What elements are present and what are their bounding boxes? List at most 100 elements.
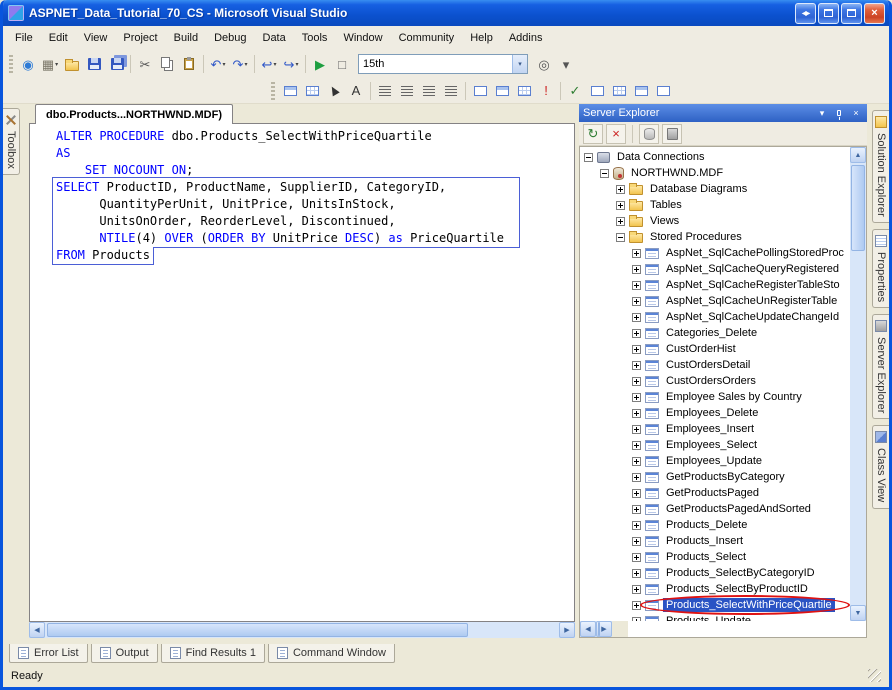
scroll-thumb[interactable]: [598, 622, 600, 636]
tree-row-employee-sales-by-country[interactable]: Employee Sales by Country: [580, 389, 850, 405]
expand-icon[interactable]: [616, 185, 625, 194]
toolbar-combo[interactable]: 15th ▾: [358, 54, 528, 74]
scroll-left-icon[interactable]: ◀: [580, 621, 596, 637]
expand-icon[interactable]: [632, 457, 641, 466]
break-all-icon[interactable]: □: [331, 53, 353, 75]
tab-toolbox[interactable]: Toolbox: [3, 108, 20, 175]
scroll-up-icon[interactable]: ▲: [850, 147, 866, 163]
scroll-left-icon[interactable]: ◀: [29, 622, 45, 638]
combo-dropdown-icon[interactable]: ▾: [512, 55, 527, 73]
expand-icon[interactable]: [632, 249, 641, 258]
window-dock-arrows-button[interactable]: ◀▶: [795, 3, 816, 24]
tree-item-label[interactable]: Employees_Select: [663, 438, 760, 452]
collapse-icon[interactable]: [584, 153, 593, 162]
pointer-icon[interactable]: [323, 80, 345, 102]
expand-icon[interactable]: [632, 361, 641, 370]
expand-icon[interactable]: [632, 441, 641, 450]
tree-row-products-selectbyproductid[interactable]: Products_SelectByProductID: [580, 581, 850, 597]
tab-find-results-1[interactable]: Find Results 1: [161, 644, 265, 663]
tree-row-getproductspagedandsorted[interactable]: GetProductsPagedAndSorted: [580, 501, 850, 517]
expand-icon[interactable]: [632, 345, 641, 354]
add-group-by-icon[interactable]: [608, 80, 630, 102]
tree-row-northwnd-mdf[interactable]: NORTHWND.MDF: [580, 165, 850, 181]
tree-item-label[interactable]: Categories_Delete: [663, 326, 760, 340]
tree-item-label[interactable]: AspNet_SqlCacheUpdateChangeId: [663, 310, 842, 324]
tab-output[interactable]: Output: [91, 644, 158, 663]
tree-row-getproductspaged[interactable]: GetProductsPaged: [580, 485, 850, 501]
stop-refresh-icon[interactable]: ×: [606, 124, 626, 144]
expand-icon[interactable]: [632, 265, 641, 274]
add-new-item-icon[interactable]: ▦▾: [39, 53, 61, 75]
tree-row-custorderhist[interactable]: CustOrderHist: [580, 341, 850, 357]
cut-icon[interactable]: ✂: [134, 53, 156, 75]
expand-icon[interactable]: [632, 537, 641, 546]
expand-icon[interactable]: [632, 585, 641, 594]
menu-tools[interactable]: Tools: [294, 28, 336, 48]
tree-row-getproductsbycategory[interactable]: GetProductsByCategory: [580, 469, 850, 485]
scroll-thumb[interactable]: [47, 623, 468, 637]
tree-item-label[interactable]: AspNet_SqlCacheUnRegisterTable: [663, 294, 840, 308]
server-explorer-header[interactable]: Server Explorer ▾ ×: [579, 104, 867, 122]
manage-indexes-icon[interactable]: [630, 80, 652, 102]
navigate-backward-icon[interactable]: ↩▾: [258, 53, 280, 75]
tree-item-label[interactable]: Tables: [647, 198, 685, 212]
tree-item-label[interactable]: Database Diagrams: [647, 182, 750, 196]
close-icon[interactable]: ×: [849, 107, 863, 120]
expand-icon[interactable]: [632, 329, 641, 338]
expand-icon[interactable]: [632, 297, 641, 306]
numbered-list-icon[interactable]: [440, 80, 462, 102]
tab-document[interactable]: dbo.Products...NORTHWND.MDF): [35, 104, 233, 124]
resize-grip[interactable]: [868, 669, 881, 682]
tree-item-label[interactable]: GetProductsPaged: [663, 486, 762, 500]
increase-indent-icon[interactable]: [396, 80, 418, 102]
tree-item-label[interactable]: AspNet_SqlCacheRegisterTableSto: [663, 278, 843, 292]
toolbar-grip[interactable]: [271, 82, 275, 100]
open-file-icon[interactable]: [61, 53, 83, 75]
tree-item-label[interactable]: Products_Delete: [663, 518, 750, 532]
tree-row-products-select[interactable]: Products_Select: [580, 549, 850, 565]
tree-item-label[interactable]: CustOrdersOrders: [663, 374, 759, 388]
tree-row-employees-delete[interactable]: Employees_Delete: [580, 405, 850, 421]
tree-row-data-connections[interactable]: Data Connections: [580, 149, 850, 165]
window-menu-icon[interactable]: ▾: [815, 107, 829, 120]
toolbar-options-icon[interactable]: ▾: [555, 53, 577, 75]
editor-horizontal-scrollbar[interactable]: ◀ ▶: [29, 622, 575, 638]
auto-hide-pin-icon[interactable]: [832, 107, 846, 120]
tree-row-aspnet-sqlcacheupdatechangeid[interactable]: AspNet_SqlCacheUpdateChangeId: [580, 309, 850, 325]
tree-item-label[interactable]: AspNet_SqlCachePollingStoredProc: [663, 246, 847, 260]
show-results-pane-icon[interactable]: [491, 80, 513, 102]
menu-debug[interactable]: Debug: [206, 28, 254, 48]
code-editor[interactable]: ALTER PROCEDURE dbo.Products_SelectWithP…: [29, 123, 575, 622]
tree-row-categories-delete[interactable]: Categories_Delete: [580, 325, 850, 341]
expand-icon[interactable]: [632, 377, 641, 386]
tree-row-tables[interactable]: Tables: [580, 197, 850, 213]
tree-item-label[interactable]: Employees_Update: [663, 454, 765, 468]
show-grid-pane-icon[interactable]: [513, 80, 535, 102]
expand-icon[interactable]: [632, 601, 641, 610]
tree-item-label[interactable]: NORTHWND.MDF: [628, 166, 726, 180]
expand-icon[interactable]: [632, 617, 641, 622]
tree-row-database-diagrams[interactable]: Database Diagrams: [580, 181, 850, 197]
scroll-thumb[interactable]: [851, 165, 865, 251]
tree-item-label[interactable]: CustOrderHist: [663, 342, 739, 356]
tree-item-label[interactable]: Products_Select: [663, 550, 749, 564]
scroll-down-icon[interactable]: ▼: [850, 605, 866, 621]
expand-icon[interactable]: [632, 473, 641, 482]
expand-icon[interactable]: [632, 425, 641, 434]
expand-icon[interactable]: [632, 489, 641, 498]
tab-solution-explorer[interactable]: Solution Explorer: [872, 110, 889, 223]
tree-row-products-selectwithpricequartile[interactable]: Products_SelectWithPriceQuartile: [580, 597, 850, 613]
title-bar[interactable]: ASPNET_Data_Tutorial_70_CS - Microsoft V…: [3, 0, 889, 26]
show-sql-pane-icon[interactable]: [469, 80, 491, 102]
window-minimize-button[interactable]: [818, 3, 839, 24]
connect-to-database-icon[interactable]: [639, 124, 659, 144]
window-close-button[interactable]: ×: [864, 3, 885, 24]
expand-icon[interactable]: [632, 281, 641, 290]
tree-item-label[interactable]: Products_SelectWithPriceQuartile: [663, 598, 835, 612]
tree-row-aspnet-sqlcachequeryregistered[interactable]: AspNet_SqlCacheQueryRegistered: [580, 261, 850, 277]
menu-window[interactable]: Window: [335, 28, 390, 48]
scroll-track[interactable]: [850, 163, 866, 605]
expand-icon[interactable]: [616, 201, 625, 210]
refresh-icon[interactable]: ↻: [583, 124, 603, 144]
copy-icon[interactable]: [156, 53, 178, 75]
